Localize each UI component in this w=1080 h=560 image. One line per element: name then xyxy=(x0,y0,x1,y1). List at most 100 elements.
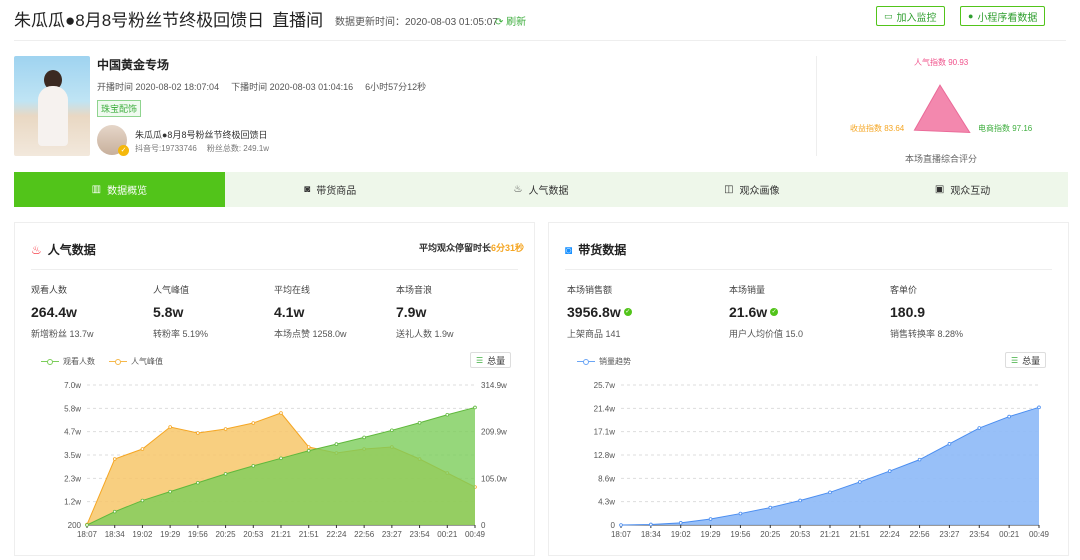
verified-check-icon: ✓ xyxy=(623,308,632,316)
x-tick-label: 22:24 xyxy=(880,530,901,539)
fire-icon: ♨ xyxy=(513,184,523,195)
radar-ecommerce: 电商指数 97.16 xyxy=(978,124,1033,133)
metric-label: 平均在线 xyxy=(274,285,311,295)
x-tick-label: 00:49 xyxy=(1029,530,1050,539)
legend-sales-trend[interactable]: 销量趋势 xyxy=(577,356,631,367)
data-point xyxy=(390,428,394,433)
room-title-suffix: 直播间 xyxy=(272,11,324,30)
data-point xyxy=(334,442,339,446)
x-tick-label: 00:21 xyxy=(999,530,1020,539)
douyin-id: 抖音号:19733746 xyxy=(135,144,197,153)
legend-label: 人气峰值 xyxy=(131,357,163,366)
x-tick-label: 23:54 xyxy=(410,530,431,539)
x-tick-label: 22:24 xyxy=(326,530,347,539)
data-point xyxy=(251,464,256,468)
update-time: 数据更新时间：2020-08-03 01:05:07 xyxy=(335,17,498,28)
tab-products[interactable]: ◙ 带货商品 xyxy=(225,172,436,207)
radar-caption: 本场直播综合评分 xyxy=(905,154,978,164)
y-tick-label: 8.6w xyxy=(598,474,615,483)
data-point xyxy=(1037,405,1041,410)
data-point xyxy=(887,469,892,473)
tab-audience-profile[interactable]: ◫ 观众画像 xyxy=(646,172,857,207)
data-point xyxy=(738,511,743,516)
x-tick-label: 19:02 xyxy=(132,530,153,539)
refresh-icon: ⟳ xyxy=(495,17,507,28)
data-point xyxy=(196,480,200,485)
data-point xyxy=(678,521,683,525)
tab-label: 数据概览 xyxy=(107,186,148,197)
tab-overview[interactable]: ▥ 数据概览 xyxy=(14,172,225,207)
section-tabs: ▥ 数据概览 ◙ 带货商品 ♨ 人气数据 ◫ 观众画像 ▣ 观众互动 xyxy=(14,172,1068,207)
x-tick-label: 21:21 xyxy=(271,530,292,539)
metric-sub: 上架商品 141 xyxy=(567,329,621,339)
x-tick-label: 18:34 xyxy=(641,530,662,539)
add-monitor-button[interactable]: ▭ 加入监控 xyxy=(876,6,945,26)
metric-sub: 销售转换率 8.28% xyxy=(890,329,964,339)
tab-popularity[interactable]: ♨ 人气数据 xyxy=(436,172,647,207)
radar-popularity: 人气指数 90.93 xyxy=(914,58,969,67)
room-times: 开播时间 2020-08-02 18:07:04 下播时间 2020-08-03 … xyxy=(97,80,438,93)
verified-icon: ✓ xyxy=(118,145,129,156)
category-tag[interactable]: 珠宝配饰 xyxy=(97,100,142,117)
refresh-button[interactable]: ⟳ 刷新 xyxy=(495,13,526,28)
data-point xyxy=(417,420,422,425)
total-toggle-button[interactable]: ☰ 总量 xyxy=(470,352,512,368)
metric-label: 观看人数 xyxy=(31,285,68,295)
start-time: 开播时间 2020-08-02 18:07:04 xyxy=(97,82,220,92)
metric-value: 7.9w xyxy=(396,304,427,320)
tab-label: 人气数据 xyxy=(528,186,569,197)
y-tick-label: 1.2w xyxy=(64,498,81,507)
metric-sales-amount: 本场销售额 3956.8w ✓ 上架商品 141 xyxy=(567,283,687,340)
miniprogram-button[interactable]: ● 小程序看数据 xyxy=(960,6,1046,26)
metric-label: 本场音浪 xyxy=(396,285,433,295)
x-tick-label: 21:51 xyxy=(299,530,320,539)
total-toggle-button[interactable]: ☰ 总量 xyxy=(1005,352,1047,368)
x-tick-label: 18:07 xyxy=(611,530,632,539)
metric-sub: 用户人均价值 15.0 xyxy=(729,329,804,339)
miniprogram-icon: ● xyxy=(968,11,974,21)
metric-sound-wave: 本场音浪 7.9w 送礼人数 1.9w xyxy=(396,283,516,340)
shopping-bag-icon: ◙ xyxy=(565,243,573,257)
room-name: 中国黄金专场 xyxy=(97,58,170,72)
metric-peak: 人气峰值 5.8w 转粉率 5.19% xyxy=(153,283,273,340)
panel-title: ◙ 带货数据 xyxy=(565,241,626,258)
metric-sub: 转粉率 5.19% xyxy=(153,329,209,339)
x-tick-label: 23:27 xyxy=(382,530,403,539)
y-tick-label: 12.8w xyxy=(594,451,616,460)
header-divider xyxy=(14,40,1066,41)
list-icon: ☰ xyxy=(1011,355,1019,365)
data-point xyxy=(140,498,145,503)
anchor-name[interactable]: 朱瓜瓜●8月8号粉丝节终极回馈日 xyxy=(135,128,267,141)
panel-title: ♨ 人气数据 xyxy=(31,241,96,258)
duration: 6小时57分12秒 xyxy=(365,82,427,92)
data-point xyxy=(223,427,228,431)
data-point xyxy=(223,472,228,476)
y-tick-label: 3.5w xyxy=(64,451,81,460)
y-tick-label: 200 xyxy=(68,521,82,530)
data-point xyxy=(708,517,713,521)
data-point xyxy=(362,435,366,440)
room-title: 朱瓜瓜●8月8号粉丝节终极回馈日 xyxy=(14,11,265,30)
data-point xyxy=(306,448,311,453)
data-point xyxy=(196,431,200,435)
y2-tick-label: 209.9w xyxy=(481,428,507,437)
avg-stay: 平均观众停留时长6分31秒 xyxy=(419,241,524,254)
metric-value-text: 3956.8w xyxy=(567,304,621,320)
y-tick-label: 2.3w xyxy=(64,474,81,483)
shopping-bag-icon: ◙ xyxy=(304,184,311,195)
x-tick-label: 19:56 xyxy=(188,530,209,539)
legend-peak[interactable]: 人气峰值 xyxy=(109,356,163,367)
y2-tick-label: 314.9w xyxy=(481,381,507,390)
x-tick-label: 19:29 xyxy=(701,530,722,539)
data-point xyxy=(445,412,450,417)
metric-label: 客单价 xyxy=(890,285,918,295)
y2-tick-label: 105.0w xyxy=(481,474,507,483)
metric-value: 180.9 xyxy=(890,304,926,320)
data-point xyxy=(1007,414,1011,419)
y2-tick-label: 0 xyxy=(481,521,486,530)
score-radar xyxy=(913,84,971,134)
anchor-avatar[interactable]: ✓ xyxy=(97,125,129,156)
legend-viewers[interactable]: 观看人数 xyxy=(41,356,95,367)
x-tick-label: 19:02 xyxy=(671,530,692,539)
tab-audience-interaction[interactable]: ▣ 观众互动 xyxy=(857,172,1068,207)
